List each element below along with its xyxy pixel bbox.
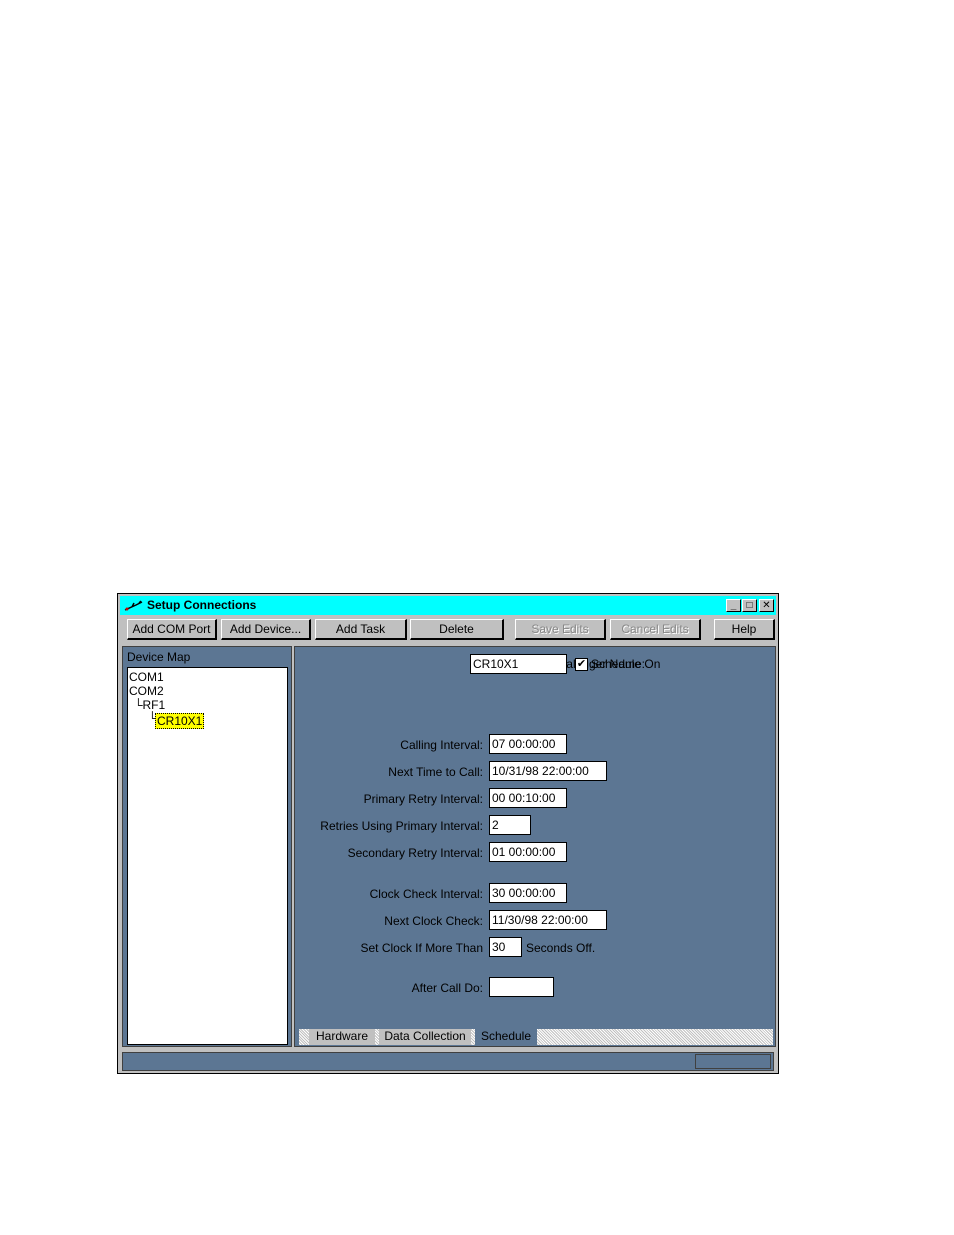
- primary-retry-label: Primary Retry Interval:: [363, 792, 483, 806]
- window-title: Setup Connections: [147, 598, 257, 612]
- status-bar: [122, 1052, 774, 1071]
- calling-interval-label: Calling Interval:: [400, 738, 483, 752]
- schedule-pane: CR10X Datalogger Name: CR10X1 ✔ Schedule…: [294, 646, 776, 1047]
- add-task-button[interactable]: Add Task: [315, 619, 407, 640]
- after-call-field[interactable]: [489, 977, 554, 997]
- tree-item-cr10x1[interactable]: CR10X1: [155, 713, 205, 729]
- tab-data-collection[interactable]: Data Collection: [379, 1029, 471, 1045]
- toolbar: Add COM Port Add Device... Add Task Dele…: [120, 618, 776, 642]
- next-time-to-call-field[interactable]: 10/31/98 22:00:00: [489, 761, 607, 781]
- clock-check-field[interactable]: 30 00:00:00: [489, 883, 567, 903]
- add-device-button[interactable]: Add Device...: [221, 619, 311, 640]
- schedule-on-checkbox[interactable]: ✔: [575, 658, 588, 671]
- secondary-retry-field[interactable]: 01 00:00:00: [489, 842, 567, 862]
- tab-schedule[interactable]: Schedule: [475, 1029, 537, 1045]
- clock-check-label: Clock Check Interval:: [369, 887, 483, 901]
- app-antenna-icon: [124, 600, 143, 611]
- maximize-button[interactable]: □: [742, 599, 757, 612]
- after-call-label: After Call Do:: [411, 981, 483, 995]
- save-edits-button[interactable]: Save Edits: [515, 619, 606, 640]
- status-bar-cell: [695, 1054, 771, 1069]
- tab-strip: Hardware Data Collection Schedule: [299, 1029, 773, 1045]
- primary-retry-field[interactable]: 00 00:10:00: [489, 788, 567, 808]
- add-com-port-button[interactable]: Add COM Port: [127, 619, 217, 640]
- tree-item-com1[interactable]: COM1: [129, 670, 164, 684]
- device-map-label: Device Map: [127, 650, 191, 664]
- next-clock-check-label: Next Clock Check:: [384, 914, 483, 928]
- tree-item-rf1[interactable]: └RF1: [134, 698, 165, 712]
- retries-primary-field[interactable]: 2: [489, 815, 531, 835]
- cancel-edits-button[interactable]: Cancel Edits: [610, 619, 701, 640]
- delete-button[interactable]: Delete: [410, 619, 504, 640]
- tree-item-com2[interactable]: COM2: [129, 684, 164, 698]
- tab-hardware[interactable]: Hardware: [309, 1029, 375, 1045]
- seconds-off-label: Seconds Off.: [526, 941, 596, 955]
- minimize-button[interactable]: _: [726, 599, 741, 612]
- set-clock-label: Set Clock If More Than: [360, 941, 484, 955]
- secondary-retry-label: Secondary Retry Interval:: [347, 846, 483, 860]
- set-clock-field[interactable]: 30: [489, 937, 522, 957]
- calling-interval-field[interactable]: 07 00:00:00: [489, 734, 567, 754]
- next-clock-check-field[interactable]: 11/30/98 22:00:00: [489, 910, 607, 930]
- retries-primary-label: Retries Using Primary Interval:: [320, 819, 483, 833]
- schedule-on-label: Schedule On: [591, 657, 661, 671]
- close-button[interactable]: ✕: [759, 599, 774, 612]
- device-map-tree[interactable]: COM1 COM2 └RF1 └ CR10X1: [127, 667, 288, 1045]
- device-map-pane: Device Map COM1 COM2 └RF1 └ CR10X1: [122, 646, 292, 1047]
- setup-connections-window: Setup Connections _ □ ✕ Add COM Port Add…: [117, 593, 779, 1074]
- title-bar[interactable]: Setup Connections _ □ ✕: [120, 596, 776, 615]
- help-button[interactable]: Help: [714, 619, 775, 640]
- datalogger-name-field[interactable]: CR10X1: [470, 654, 567, 674]
- next-time-to-call-label: Next Time to Call:: [388, 765, 483, 779]
